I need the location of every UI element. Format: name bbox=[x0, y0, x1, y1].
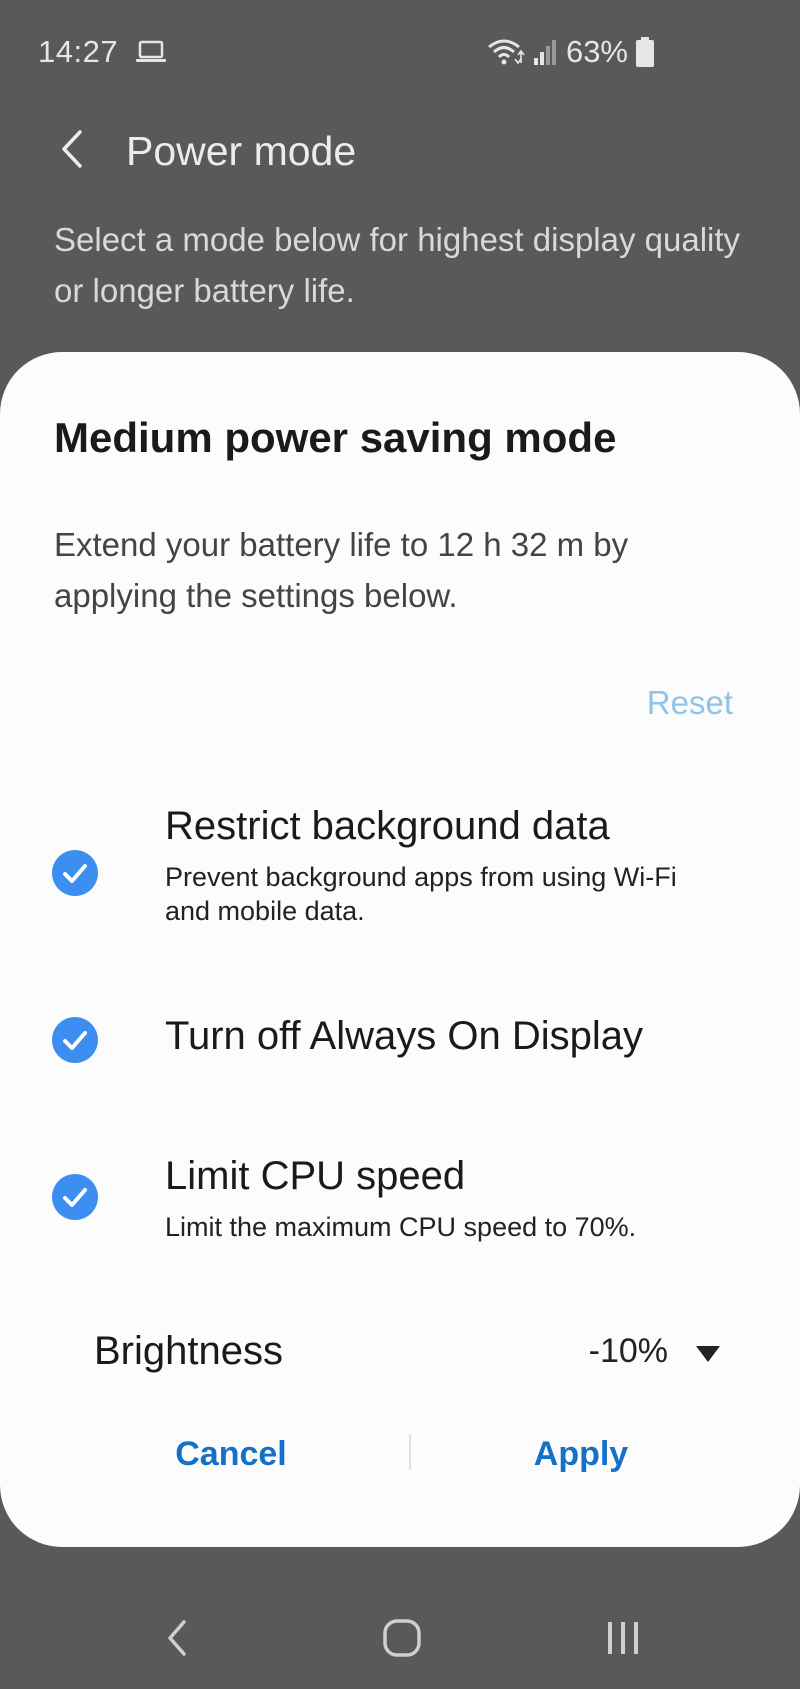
reset-button[interactable]: Reset bbox=[647, 684, 733, 722]
option-title: Limit CPU speed bbox=[165, 1154, 466, 1198]
back-button[interactable] bbox=[52, 124, 96, 174]
nav-home-icon[interactable] bbox=[372, 1608, 432, 1668]
page-description: Select a mode below for highest display … bbox=[54, 221, 741, 309]
dialog-description: Extend your battery life to 12 h 32 m by… bbox=[54, 526, 629, 614]
checkbox-checked-icon[interactable] bbox=[52, 1174, 98, 1220]
navigation-bar bbox=[0, 1570, 800, 1689]
option-title: Restrict background data bbox=[165, 804, 610, 848]
nav-back-icon[interactable] bbox=[148, 1608, 208, 1668]
option-subtitle: Limit the maximum CPU speed to 70%. bbox=[165, 1212, 637, 1242]
status-time: 14:27 bbox=[38, 34, 119, 69]
battery-percent: 63% bbox=[565, 34, 628, 69]
checkbox-checked-icon[interactable] bbox=[52, 1017, 98, 1063]
checkbox-checked-icon[interactable] bbox=[52, 850, 98, 896]
cancel-button[interactable]: Cancel bbox=[150, 1424, 312, 1484]
page-title: Power mode bbox=[126, 128, 357, 174]
power-mode-dialog: Medium power saving mode Extend your bat… bbox=[0, 352, 800, 1547]
wifi-icon bbox=[486, 37, 526, 67]
dropdown-arrow-icon[interactable] bbox=[696, 1346, 720, 1362]
page-header: Power mode bbox=[0, 110, 800, 190]
option-subtitle: Prevent background apps from using Wi-Fi… bbox=[165, 862, 677, 926]
dialog-title: Medium power saving mode bbox=[54, 414, 617, 461]
button-divider bbox=[409, 1434, 411, 1470]
brightness-dropdown-value[interactable]: -10% bbox=[589, 1332, 668, 1371]
status-bar: 14:27 63% bbox=[0, 0, 800, 100]
option-title: Turn off Always On Display bbox=[165, 1014, 643, 1058]
laptop-icon bbox=[136, 38, 166, 66]
brightness-label: Brightness bbox=[94, 1329, 283, 1373]
battery-icon bbox=[636, 37, 654, 67]
signal-icon bbox=[533, 38, 558, 66]
apply-button[interactable]: Apply bbox=[510, 1424, 652, 1484]
status-right: 63% bbox=[486, 34, 654, 70]
nav-recents-icon[interactable] bbox=[596, 1608, 656, 1668]
